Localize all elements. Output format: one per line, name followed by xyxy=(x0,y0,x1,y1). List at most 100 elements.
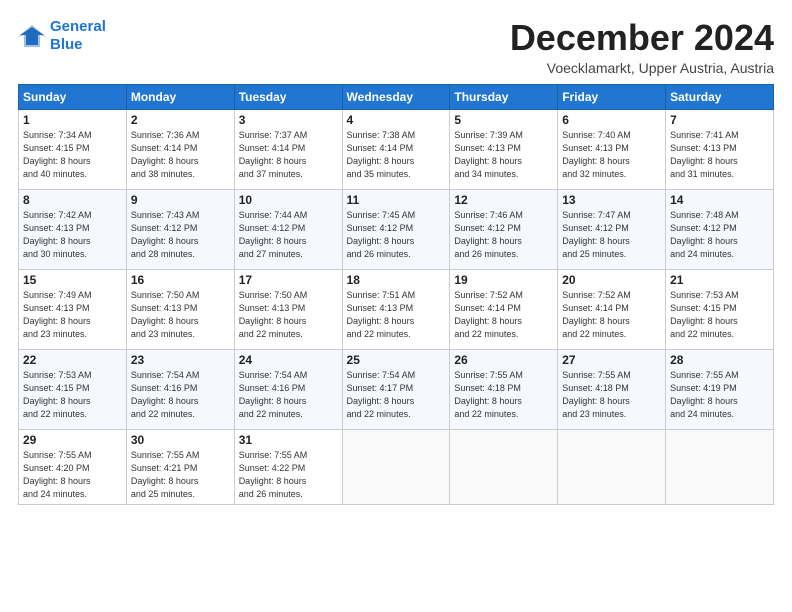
title-section: December 2024 Voecklamarkt, Upper Austri… xyxy=(510,18,774,76)
header-sunday: Sunday xyxy=(19,84,127,109)
day-number: 24 xyxy=(239,353,338,367)
day-info: Sunrise: 7:55 AM Sunset: 4:18 PM Dayligh… xyxy=(454,369,553,421)
day-number: 7 xyxy=(670,113,769,127)
day-number: 28 xyxy=(670,353,769,367)
header-monday: Monday xyxy=(126,84,234,109)
table-row: 22 Sunrise: 7:53 AM Sunset: 4:15 PM Dayli… xyxy=(19,349,127,429)
day-info: Sunrise: 7:41 AM Sunset: 4:13 PM Dayligh… xyxy=(670,129,769,181)
day-info: Sunrise: 7:50 AM Sunset: 4:13 PM Dayligh… xyxy=(239,289,338,341)
day-number: 17 xyxy=(239,273,338,287)
table-row: 5 Sunrise: 7:39 AM Sunset: 4:13 PM Daylig… xyxy=(450,109,558,189)
day-info: Sunrise: 7:55 AM Sunset: 4:21 PM Dayligh… xyxy=(131,449,230,501)
day-info: Sunrise: 7:53 AM Sunset: 4:15 PM Dayligh… xyxy=(670,289,769,341)
table-row: 10 Sunrise: 7:44 AM Sunset: 4:12 PM Dayli… xyxy=(234,189,342,269)
day-info: Sunrise: 7:55 AM Sunset: 4:19 PM Dayligh… xyxy=(670,369,769,421)
table-row: 11 Sunrise: 7:45 AM Sunset: 4:12 PM Dayli… xyxy=(342,189,450,269)
table-row: 1Sunrise: 7:34 AM Sunset: 4:15 PM Daylig… xyxy=(19,109,127,189)
day-info: Sunrise: 7:48 AM Sunset: 4:12 PM Dayligh… xyxy=(670,209,769,261)
table-row: 2 Sunrise: 7:36 AM Sunset: 4:14 PM Daylig… xyxy=(126,109,234,189)
day-info: Sunrise: 7:43 AM Sunset: 4:12 PM Dayligh… xyxy=(131,209,230,261)
table-row: 30 Sunrise: 7:55 AM Sunset: 4:21 PM Dayli… xyxy=(126,429,234,504)
table-row xyxy=(450,429,558,504)
header-thursday: Thursday xyxy=(450,84,558,109)
day-number: 30 xyxy=(131,433,230,447)
day-number: 22 xyxy=(23,353,122,367)
day-number: 1 xyxy=(23,113,122,127)
day-number: 2 xyxy=(131,113,230,127)
day-number: 14 xyxy=(670,193,769,207)
day-info: Sunrise: 7:54 AM Sunset: 4:16 PM Dayligh… xyxy=(239,369,338,421)
day-info: Sunrise: 7:53 AM Sunset: 4:15 PM Dayligh… xyxy=(23,369,122,421)
day-number: 8 xyxy=(23,193,122,207)
day-number: 9 xyxy=(131,193,230,207)
header-saturday: Saturday xyxy=(666,84,774,109)
location-subtitle: Voecklamarkt, Upper Austria, Austria xyxy=(510,60,774,76)
table-row xyxy=(666,429,774,504)
day-info: Sunrise: 7:52 AM Sunset: 4:14 PM Dayligh… xyxy=(454,289,553,341)
table-row: 9 Sunrise: 7:43 AM Sunset: 4:12 PM Daylig… xyxy=(126,189,234,269)
table-row: 19 Sunrise: 7:52 AM Sunset: 4:14 PM Dayli… xyxy=(450,269,558,349)
day-info: Sunrise: 7:55 AM Sunset: 4:22 PM Dayligh… xyxy=(239,449,338,501)
table-row: 29Sunrise: 7:55 AM Sunset: 4:20 PM Dayli… xyxy=(19,429,127,504)
day-number: 3 xyxy=(239,113,338,127)
day-info: Sunrise: 7:54 AM Sunset: 4:17 PM Dayligh… xyxy=(347,369,446,421)
day-number: 26 xyxy=(454,353,553,367)
day-info: Sunrise: 7:38 AM Sunset: 4:14 PM Dayligh… xyxy=(347,129,446,181)
table-row: 20 Sunrise: 7:52 AM Sunset: 4:14 PM Dayli… xyxy=(558,269,666,349)
header-wednesday: Wednesday xyxy=(342,84,450,109)
day-info: Sunrise: 7:36 AM Sunset: 4:14 PM Dayligh… xyxy=(131,129,230,181)
table-row: 18 Sunrise: 7:51 AM Sunset: 4:13 PM Dayli… xyxy=(342,269,450,349)
day-info: Sunrise: 7:44 AM Sunset: 4:12 PM Dayligh… xyxy=(239,209,338,261)
page-header: General Blue December 2024 Voecklamarkt,… xyxy=(18,18,774,76)
day-number: 25 xyxy=(347,353,446,367)
day-info: Sunrise: 7:51 AM Sunset: 4:13 PM Dayligh… xyxy=(347,289,446,341)
table-row: 27 Sunrise: 7:55 AM Sunset: 4:18 PM Dayli… xyxy=(558,349,666,429)
table-row: 25 Sunrise: 7:54 AM Sunset: 4:17 PM Dayli… xyxy=(342,349,450,429)
table-row: 21 Sunrise: 7:53 AM Sunset: 4:15 PM Dayli… xyxy=(666,269,774,349)
table-row: 16Sunrise: 7:50 AM Sunset: 4:13 PM Dayli… xyxy=(126,269,234,349)
table-row xyxy=(342,429,450,504)
day-info: Sunrise: 7:50 AM Sunset: 4:13 PM Dayligh… xyxy=(131,289,230,341)
table-row: 13Sunrise: 7:47 AM Sunset: 4:12 PM Dayli… xyxy=(558,189,666,269)
day-number: 13 xyxy=(562,193,661,207)
day-info: Sunrise: 7:46 AM Sunset: 4:12 PM Dayligh… xyxy=(454,209,553,261)
table-row: 8 Sunrise: 7:42 AM Sunset: 4:13 PM Daylig… xyxy=(19,189,127,269)
table-row: 14 Sunrise: 7:48 AM Sunset: 4:12 PM Dayli… xyxy=(666,189,774,269)
table-row: 15 Sunrise: 7:49 AM Sunset: 4:13 PM Dayli… xyxy=(19,269,127,349)
day-info: Sunrise: 7:52 AM Sunset: 4:14 PM Dayligh… xyxy=(562,289,661,341)
day-number: 20 xyxy=(562,273,661,287)
month-title: December 2024 xyxy=(510,18,774,58)
day-number: 19 xyxy=(454,273,553,287)
day-info: Sunrise: 7:55 AM Sunset: 4:18 PM Dayligh… xyxy=(562,369,661,421)
table-row: 12 Sunrise: 7:46 AM Sunset: 4:12 PM Dayli… xyxy=(450,189,558,269)
header-friday: Friday xyxy=(558,84,666,109)
day-info: Sunrise: 7:37 AM Sunset: 4:14 PM Dayligh… xyxy=(239,129,338,181)
day-number: 12 xyxy=(454,193,553,207)
day-info: Sunrise: 7:39 AM Sunset: 4:13 PM Dayligh… xyxy=(454,129,553,181)
table-row: 4 Sunrise: 7:38 AM Sunset: 4:14 PM Daylig… xyxy=(342,109,450,189)
day-number: 15 xyxy=(23,273,122,287)
logo-text: General Blue xyxy=(50,18,106,54)
day-number: 10 xyxy=(239,193,338,207)
calendar-table: Sunday Monday Tuesday Wednesday Thursday… xyxy=(18,84,774,505)
day-number: 21 xyxy=(670,273,769,287)
day-number: 5 xyxy=(454,113,553,127)
day-info: Sunrise: 7:55 AM Sunset: 4:20 PM Dayligh… xyxy=(23,449,122,501)
table-row: 31 Sunrise: 7:55 AM Sunset: 4:22 PM Dayli… xyxy=(234,429,342,504)
day-info: Sunrise: 7:40 AM Sunset: 4:13 PM Dayligh… xyxy=(562,129,661,181)
logo-icon xyxy=(18,25,46,47)
day-info: Sunrise: 7:42 AM Sunset: 4:13 PM Dayligh… xyxy=(23,209,122,261)
day-number: 27 xyxy=(562,353,661,367)
day-number: 31 xyxy=(239,433,338,447)
day-info: Sunrise: 7:49 AM Sunset: 4:13 PM Dayligh… xyxy=(23,289,122,341)
table-row: 24 Sunrise: 7:54 AM Sunset: 4:16 PM Dayli… xyxy=(234,349,342,429)
day-number: 18 xyxy=(347,273,446,287)
day-number: 4 xyxy=(347,113,446,127)
day-number: 6 xyxy=(562,113,661,127)
table-row: 17 Sunrise: 7:50 AM Sunset: 4:13 PM Dayli… xyxy=(234,269,342,349)
day-info: Sunrise: 7:45 AM Sunset: 4:12 PM Dayligh… xyxy=(347,209,446,261)
day-number: 11 xyxy=(347,193,446,207)
day-info: Sunrise: 7:54 AM Sunset: 4:16 PM Dayligh… xyxy=(131,369,230,421)
table-row: 28 Sunrise: 7:55 AM Sunset: 4:19 PM Dayli… xyxy=(666,349,774,429)
table-row: 3 Sunrise: 7:37 AM Sunset: 4:14 PM Daylig… xyxy=(234,109,342,189)
